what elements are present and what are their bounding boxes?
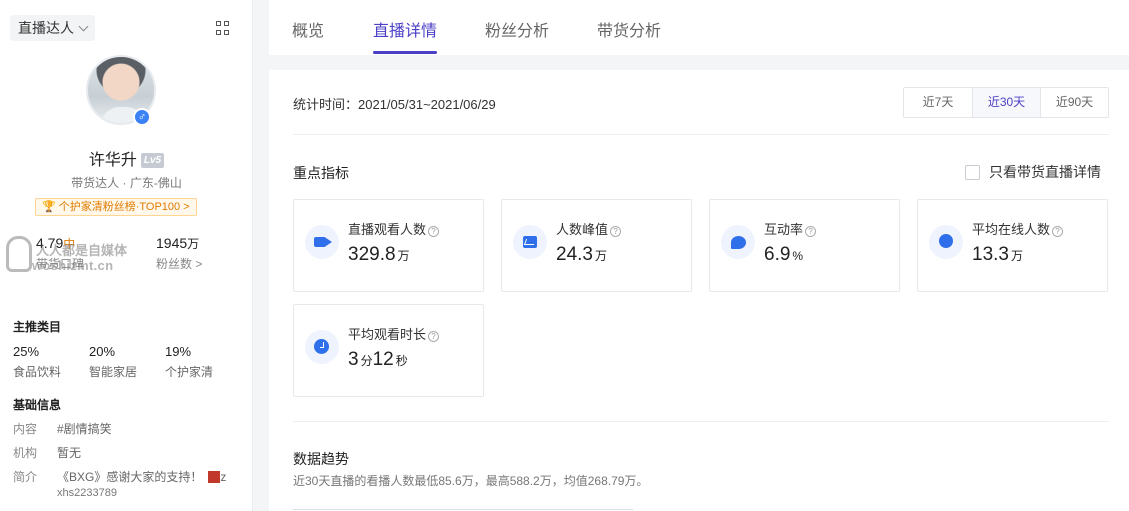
metric-title: 直播观看人数	[348, 222, 427, 237]
basic-info-title: 基础信息	[13, 398, 62, 412]
info-row-intro: 简介 《BXG》感谢大家的支持！ z xhs2233789	[13, 470, 227, 499]
profile-name: 许华升	[88, 152, 137, 169]
only-goods-checkbox[interactable]: 只看带货直播详情	[965, 162, 1101, 182]
range-30d-button[interactable]: 近30天	[972, 88, 1040, 117]
level-badge: Lv5	[140, 153, 165, 168]
help-icon[interactable]: ?	[428, 331, 440, 342]
range-selector: 近7天 近30天 近90天	[903, 87, 1109, 118]
male-gender-icon: ♂	[133, 108, 151, 126]
category-item: 20% 智能家居	[89, 344, 138, 379]
watermark-logo: 人人都是自媒体 woshizmt.cn	[6, 236, 131, 276]
rank-badge[interactable]: 🏆 个护家清粉丝榜·TOP100 >	[35, 198, 197, 216]
rank-badge-label: 个护家清粉丝榜·TOP100 >	[58, 201, 190, 213]
metric-value: 6.9	[764, 244, 791, 265]
profile-tags: 带货达人 · 广东-佛山	[71, 176, 182, 190]
red-emoji-icon	[208, 471, 221, 483]
metric-card-duration: 平均观看时长? 3 分12 秒	[293, 304, 484, 397]
help-icon[interactable]: ?	[610, 226, 622, 237]
tab-sales-analysis[interactable]: 带货分析	[597, 17, 661, 41]
checkbox-box[interactable]	[965, 164, 980, 180]
range-90d-button[interactable]: 近90天	[1040, 88, 1108, 117]
sidebar: 直播达人 ♂ 许华升 Lv5 带货达人 · 广东-佛山 🏆 个护家清粉丝榜·TOP…	[0, 0, 253, 511]
help-icon[interactable]: ?	[805, 226, 817, 237]
metric-card-online: 平均在线人数? 13.3 万	[917, 199, 1108, 292]
category-item: 19% 个护家清	[165, 344, 214, 379]
trend-chart-edge	[293, 509, 633, 510]
role-select-label: 直播达人	[18, 20, 74, 36]
help-icon[interactable]: ?	[1052, 226, 1064, 237]
divider	[293, 134, 1109, 135]
user-icon	[929, 225, 963, 259]
trophy-icon: 🏆	[42, 201, 56, 213]
role-select[interactable]: 直播达人	[10, 15, 95, 41]
key-metrics-title: 重点指标	[293, 165, 349, 181]
video-icon	[305, 225, 339, 259]
tab-overview[interactable]: 概览	[292, 17, 324, 41]
metric-title: 平均观看时长	[348, 327, 427, 342]
profile-name-row: 许华升 Lv5	[0, 146, 253, 170]
clock-icon	[305, 330, 339, 364]
main-categories-title: 主推类目	[13, 320, 62, 334]
fans-label: 粉丝数 >	[156, 257, 203, 271]
metric-value: 24.3	[556, 244, 593, 265]
info-row-agency: 机构 暂无	[13, 446, 82, 460]
chevron-down-icon	[78, 21, 89, 31]
metric-value: 13.3	[972, 244, 1009, 265]
metric-card-viewers: 直播观看人数? 329.8 万	[293, 199, 484, 292]
metric-title: 平均在线人数	[972, 222, 1051, 237]
tab-live-detail[interactable]: 直播详情	[373, 17, 437, 41]
trend-title: 数据趋势	[293, 451, 349, 467]
tab-fans-analysis[interactable]: 粉丝分析	[485, 17, 549, 41]
tab-bar: 概览 直播详情 粉丝分析 带货分析	[269, 0, 1129, 55]
app-root: 直播达人 ♂ 许华升 Lv5 带货达人 · 广东-佛山 🏆 个护家清粉丝榜·TOP…	[0, 0, 1129, 511]
help-icon[interactable]: ?	[428, 226, 440, 237]
grid-menu-icon[interactable]	[216, 21, 230, 35]
metric-card-peak: 人数峰值? 24.3 万	[501, 199, 692, 292]
trend-description: 近30天直播的看播人数最低85.6万，最高588.2万，均值268.79万。	[293, 474, 649, 488]
fans-value: 1945	[156, 235, 188, 251]
stat-time: 统计时间：2021/05/31~2021/06/29	[293, 97, 496, 112]
category-item: 25% 食品饮料	[13, 344, 62, 379]
pulse-chart-icon	[513, 225, 547, 259]
active-tab-indicator	[373, 51, 437, 54]
metric-card-interaction: 互动率? 6.9%	[709, 199, 900, 292]
info-row-content: 内容 #剧情搞笑	[13, 422, 112, 436]
only-goods-label: 只看带货直播详情	[989, 164, 1101, 180]
fans-unit: 万	[187, 237, 200, 251]
metric-title: 互动率	[764, 222, 804, 237]
chat-bubble-icon	[721, 225, 755, 259]
fans-stat[interactable]: 1945万 粉丝数 >	[156, 235, 202, 272]
live-detail-panel: 统计时间：2021/05/31~2021/06/29 近7天 近30天 近90天…	[269, 70, 1129, 511]
range-7d-button[interactable]: 近7天	[904, 88, 972, 117]
metric-value: 329.8	[348, 244, 396, 265]
metric-title: 人数峰值	[556, 222, 609, 237]
divider	[293, 421, 1109, 422]
